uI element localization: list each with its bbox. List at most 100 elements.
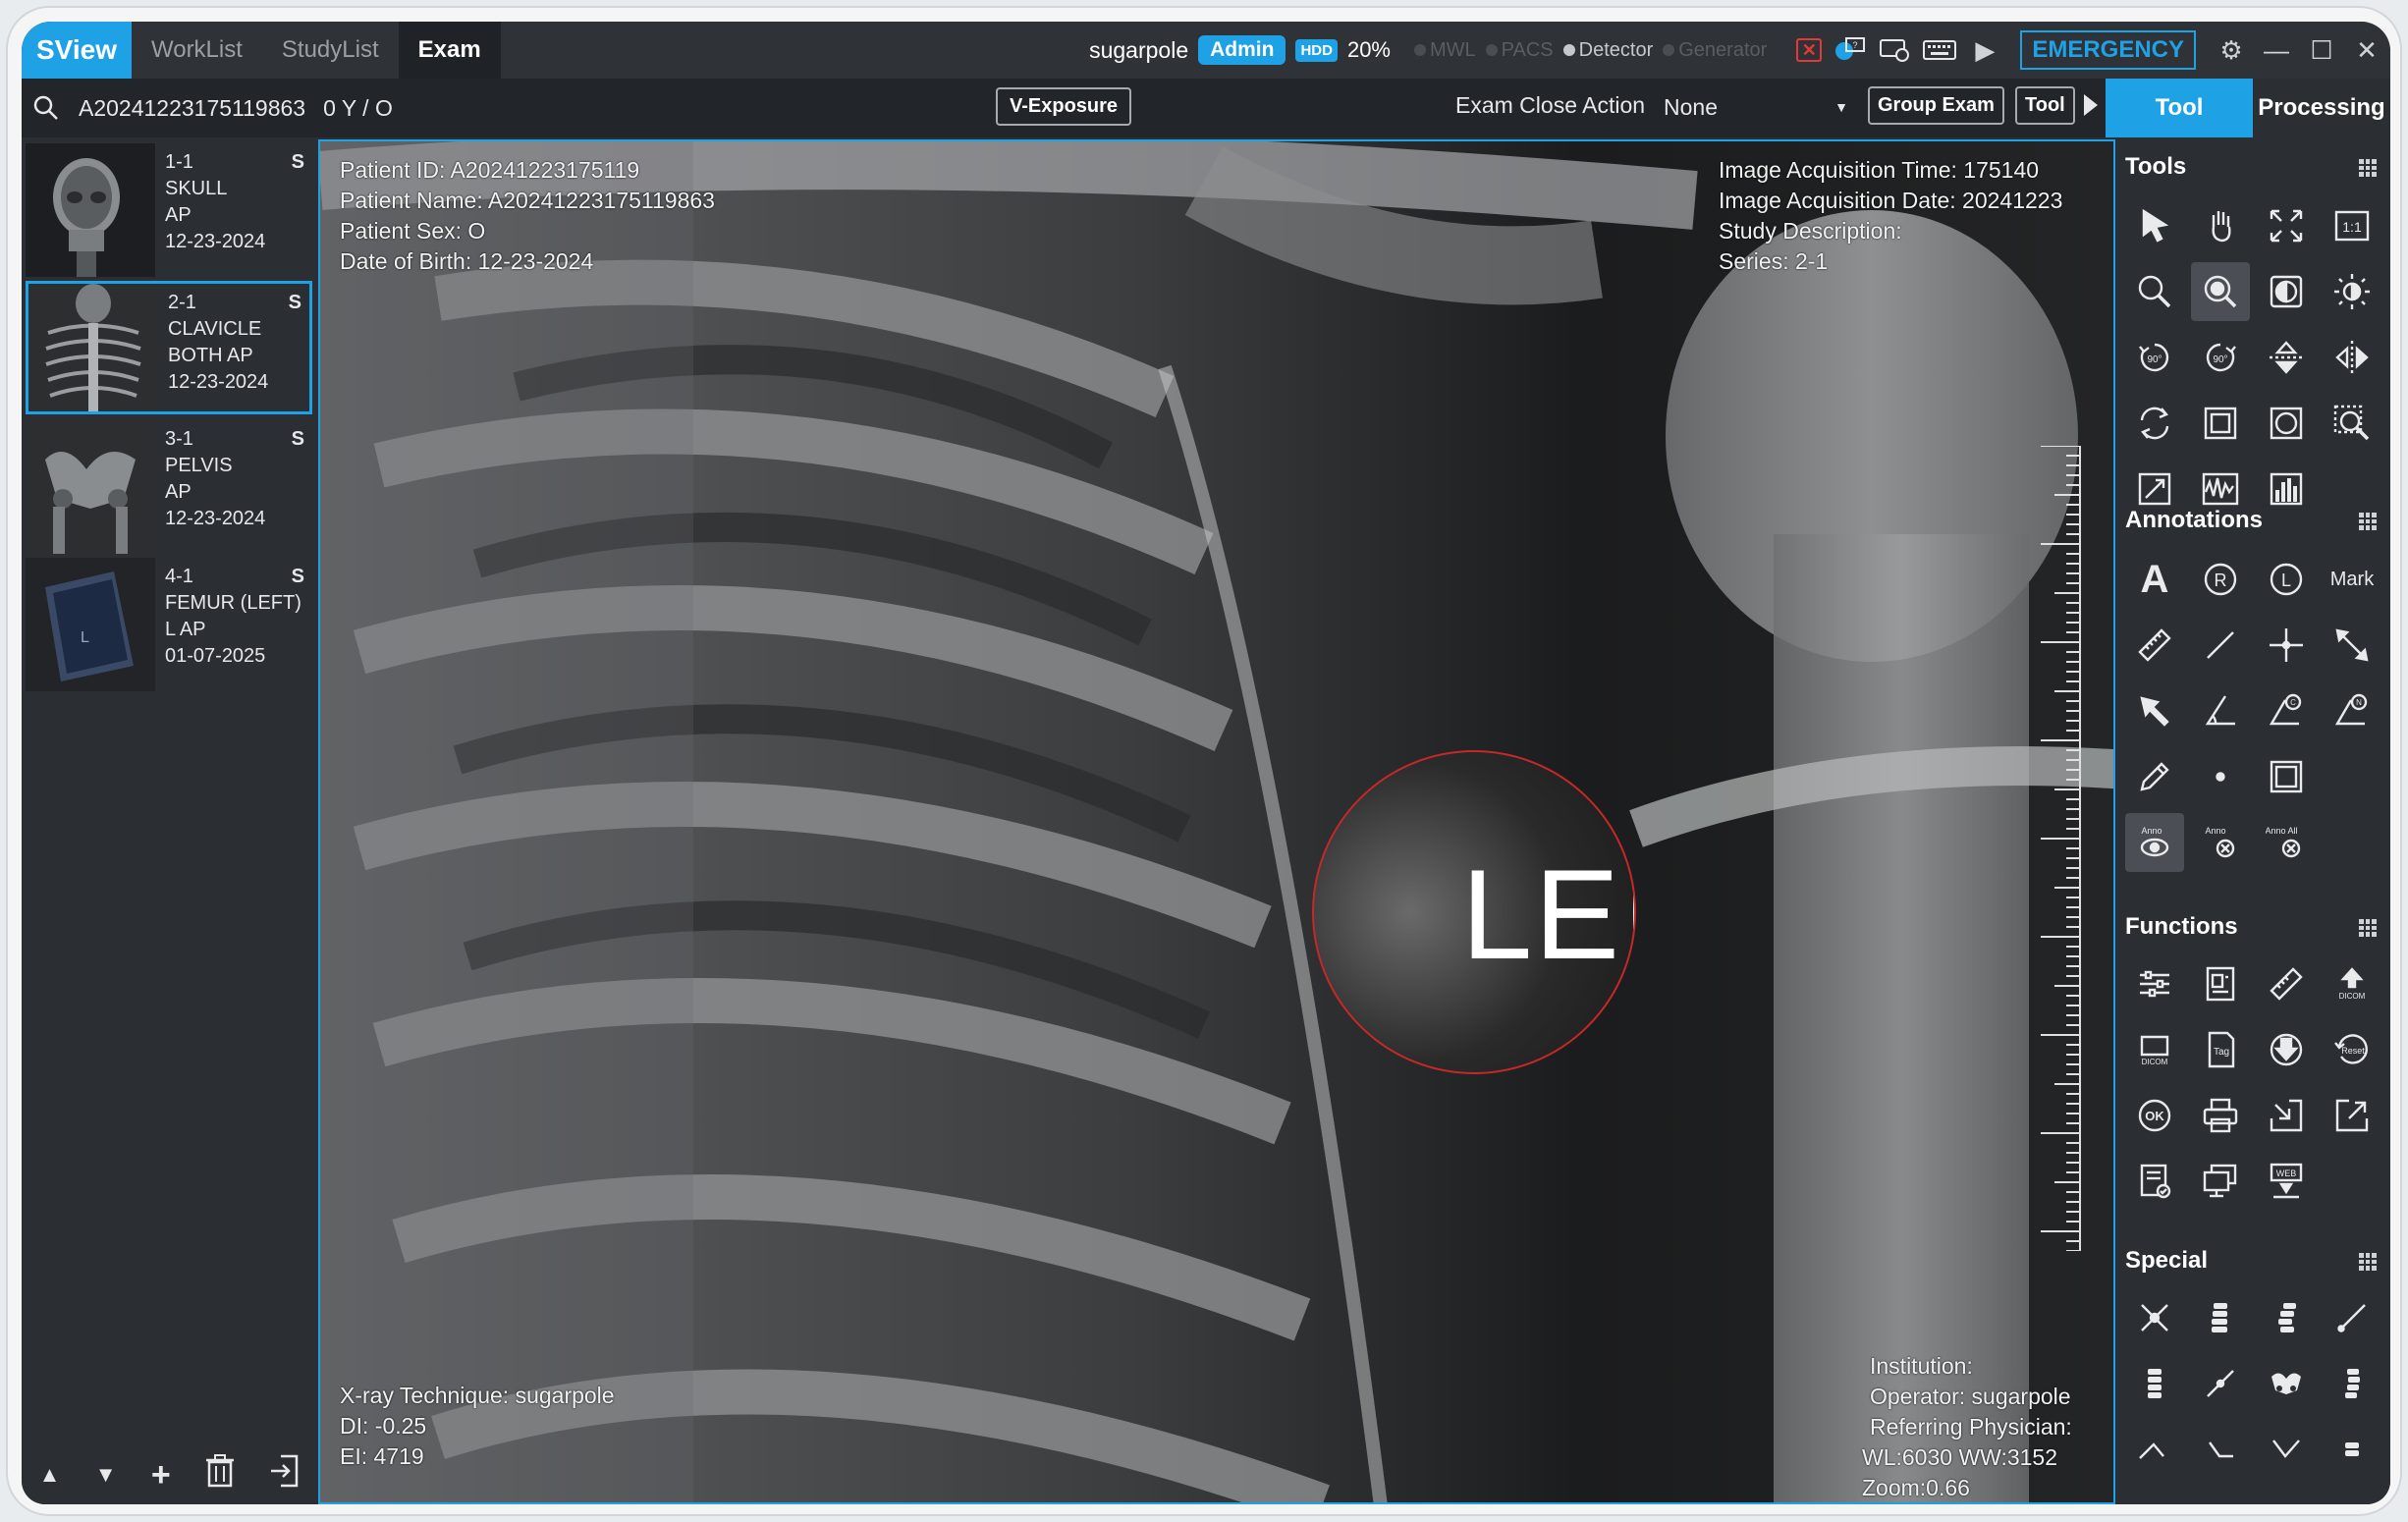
print-icon[interactable] (2191, 1086, 2250, 1145)
dot-icon[interactable] (2191, 747, 2250, 806)
image-viewer[interactable]: Patient ID: A20241223175119 Patient Name… (318, 139, 2115, 1504)
tab-worklist[interactable]: WorkList (132, 22, 262, 79)
exam-close-action-select[interactable]: None ▼ (1658, 86, 1854, 128)
web-download-icon[interactable]: WEB (2257, 1152, 2316, 1211)
monitor-settings-icon[interactable] (1877, 32, 1912, 68)
anno-delete-icon[interactable]: Anno (2191, 813, 2250, 872)
flip-vertical-icon[interactable] (2257, 328, 2316, 387)
marker-r-icon[interactable]: R (2191, 550, 2250, 609)
marker-l-icon[interactable]: L (2257, 550, 2316, 609)
spine-segment-icon[interactable] (2125, 1354, 2184, 1413)
needle-line-icon[interactable] (2323, 1288, 2381, 1347)
pan-hand-icon[interactable] (2191, 196, 2250, 255)
double-arrow-icon[interactable] (2323, 616, 2381, 675)
brightness-icon[interactable] (2323, 262, 2381, 321)
select-arrow-icon[interactable] (2125, 196, 2184, 255)
special-spine-icon[interactable] (2323, 1420, 2381, 1479)
anno-show-icon[interactable]: Anno (2125, 813, 2184, 872)
crosshair-icon[interactable] (2257, 616, 2316, 675)
flip-horizontal-icon[interactable] (2323, 328, 2381, 387)
spine-lateral-icon[interactable] (2323, 1354, 2381, 1413)
maximize-icon[interactable]: ☐ (2304, 32, 2339, 68)
tool-panel-scrollbar[interactable] (2381, 137, 2390, 1504)
stitch-cross-icon[interactable] (2125, 1288, 2184, 1347)
v-exposure-button[interactable]: V-Exposure (996, 87, 1132, 126)
invert-icon[interactable] (2257, 262, 2316, 321)
spine-icon[interactable] (2191, 1288, 2250, 1347)
reset-icon[interactable]: Reset (2323, 1020, 2381, 1079)
settings-sliders-icon[interactable] (2125, 954, 2184, 1013)
arrow-icon[interactable] (2125, 681, 2184, 740)
histogram-icon[interactable] (2257, 460, 2316, 518)
keyboard-icon[interactable] (1922, 32, 1957, 68)
tab-tool[interactable]: Tool (2106, 79, 2253, 137)
emergency-button[interactable]: EMERGENCY (2020, 30, 2196, 70)
grid-menu-icon[interactable] (2359, 919, 2377, 937)
dicom-send-icon[interactable]: DICOM (2323, 954, 2381, 1013)
ruler-icon[interactable] (2125, 616, 2184, 675)
special-measure-icon[interactable] (2257, 1420, 2316, 1479)
calibration-ruler-icon[interactable] (2257, 954, 2316, 1013)
thumbnail-item-selected[interactable]: 2-1 CLAVICLE BOTH AP 12-23-2024 S (26, 281, 312, 414)
zoom-region-icon[interactable] (2323, 394, 2381, 453)
magnifier-icon[interactable] (2191, 262, 2250, 321)
exit-icon[interactable] (269, 1454, 301, 1496)
cobb-angle-icon[interactable]: C (2257, 681, 2316, 740)
group-exam-button[interactable]: Group Exam (1868, 86, 2004, 125)
ratio-angle-icon[interactable]: N (2323, 681, 2381, 740)
special-tool-icon[interactable] (2125, 1420, 2184, 1479)
line-icon[interactable] (2191, 616, 2250, 675)
tag-icon[interactable]: Tag (2191, 1020, 2250, 1079)
report-icon[interactable] (2191, 954, 2250, 1013)
rectangle-icon[interactable] (2257, 747, 2316, 806)
rect-roi-icon[interactable] (2191, 394, 2250, 453)
checklist-icon[interactable] (2125, 1152, 2184, 1211)
minimize-icon[interactable]: — (2259, 32, 2294, 68)
text-annotation-icon[interactable]: A (2125, 550, 2184, 609)
pelvis-icon[interactable] (2257, 1354, 2316, 1413)
close-icon[interactable]: ✕ (2349, 32, 2384, 68)
trash-icon[interactable] (205, 1453, 235, 1496)
anno-delete-all-icon[interactable]: Anno All (2257, 813, 2316, 872)
search-icon[interactable] (22, 95, 71, 121)
actual-size-icon[interactable]: 1:1 (2323, 196, 2381, 255)
mark-text-icon[interactable]: Mark (2323, 550, 2381, 609)
reset-rotation-icon[interactable] (2125, 394, 2184, 453)
gear-icon[interactable]: ⚙ (2214, 32, 2249, 68)
error-x-icon[interactable]: ✕ (1796, 38, 1823, 62)
thumbnail-item[interactable]: 3-1 PELVIS AP 12-23-2024 S (26, 420, 312, 554)
move-down-icon[interactable]: ▼ (95, 1462, 117, 1488)
thumbnail-item[interactable]: 1-1 SKULL AP 12-23-2024 S (26, 143, 312, 277)
expand-arrow-icon[interactable] (2084, 94, 2098, 116)
tool-button[interactable]: Tool (2015, 86, 2075, 125)
app-logo[interactable]: SView (22, 22, 132, 79)
grid-menu-icon[interactable] (2359, 513, 2377, 530)
angle-icon[interactable] (2191, 681, 2250, 740)
play-icon[interactable]: ▶ (1967, 32, 2002, 68)
tab-processing[interactable]: Processing (2253, 79, 2390, 137)
tab-exam[interactable]: Exam (398, 22, 501, 79)
grid-menu-icon[interactable] (2359, 1253, 2377, 1271)
special-angle-icon[interactable] (2191, 1420, 2250, 1479)
spine-curve-icon[interactable] (2257, 1288, 2316, 1347)
tab-studylist[interactable]: StudyList (262, 22, 399, 79)
ellipse-roi-icon[interactable] (2257, 394, 2316, 453)
magnifier-lens[interactable]: LEI (1312, 750, 1636, 1074)
import-icon[interactable] (2257, 1086, 2316, 1145)
rotate-right-90-icon[interactable]: 90° (2191, 328, 2250, 387)
pencil-icon[interactable] (2125, 747, 2184, 806)
dicom-save-icon[interactable]: DICOM (2125, 1020, 2184, 1079)
thumbnail-item[interactable]: L 4-1 FEMUR (LEFT) L AP 01-07-2025 S (26, 558, 312, 691)
move-up-icon[interactable]: ▲ (39, 1462, 61, 1488)
dual-monitor-icon[interactable] (2191, 1152, 2250, 1211)
network-globe-icon[interactable]: ? (1832, 32, 1867, 68)
grid-menu-icon[interactable] (2359, 159, 2377, 177)
download-icon[interactable] (2257, 1020, 2316, 1079)
line-measure-icon[interactable] (2191, 1354, 2250, 1413)
add-icon[interactable]: + (151, 1456, 171, 1495)
export-icon[interactable] (2323, 1086, 2381, 1145)
rotate-left-90-icon[interactable]: 90° (2125, 328, 2184, 387)
fit-window-icon[interactable] (2257, 196, 2316, 255)
ok-icon[interactable]: OK (2125, 1086, 2184, 1145)
zoom-icon[interactable] (2125, 262, 2184, 321)
